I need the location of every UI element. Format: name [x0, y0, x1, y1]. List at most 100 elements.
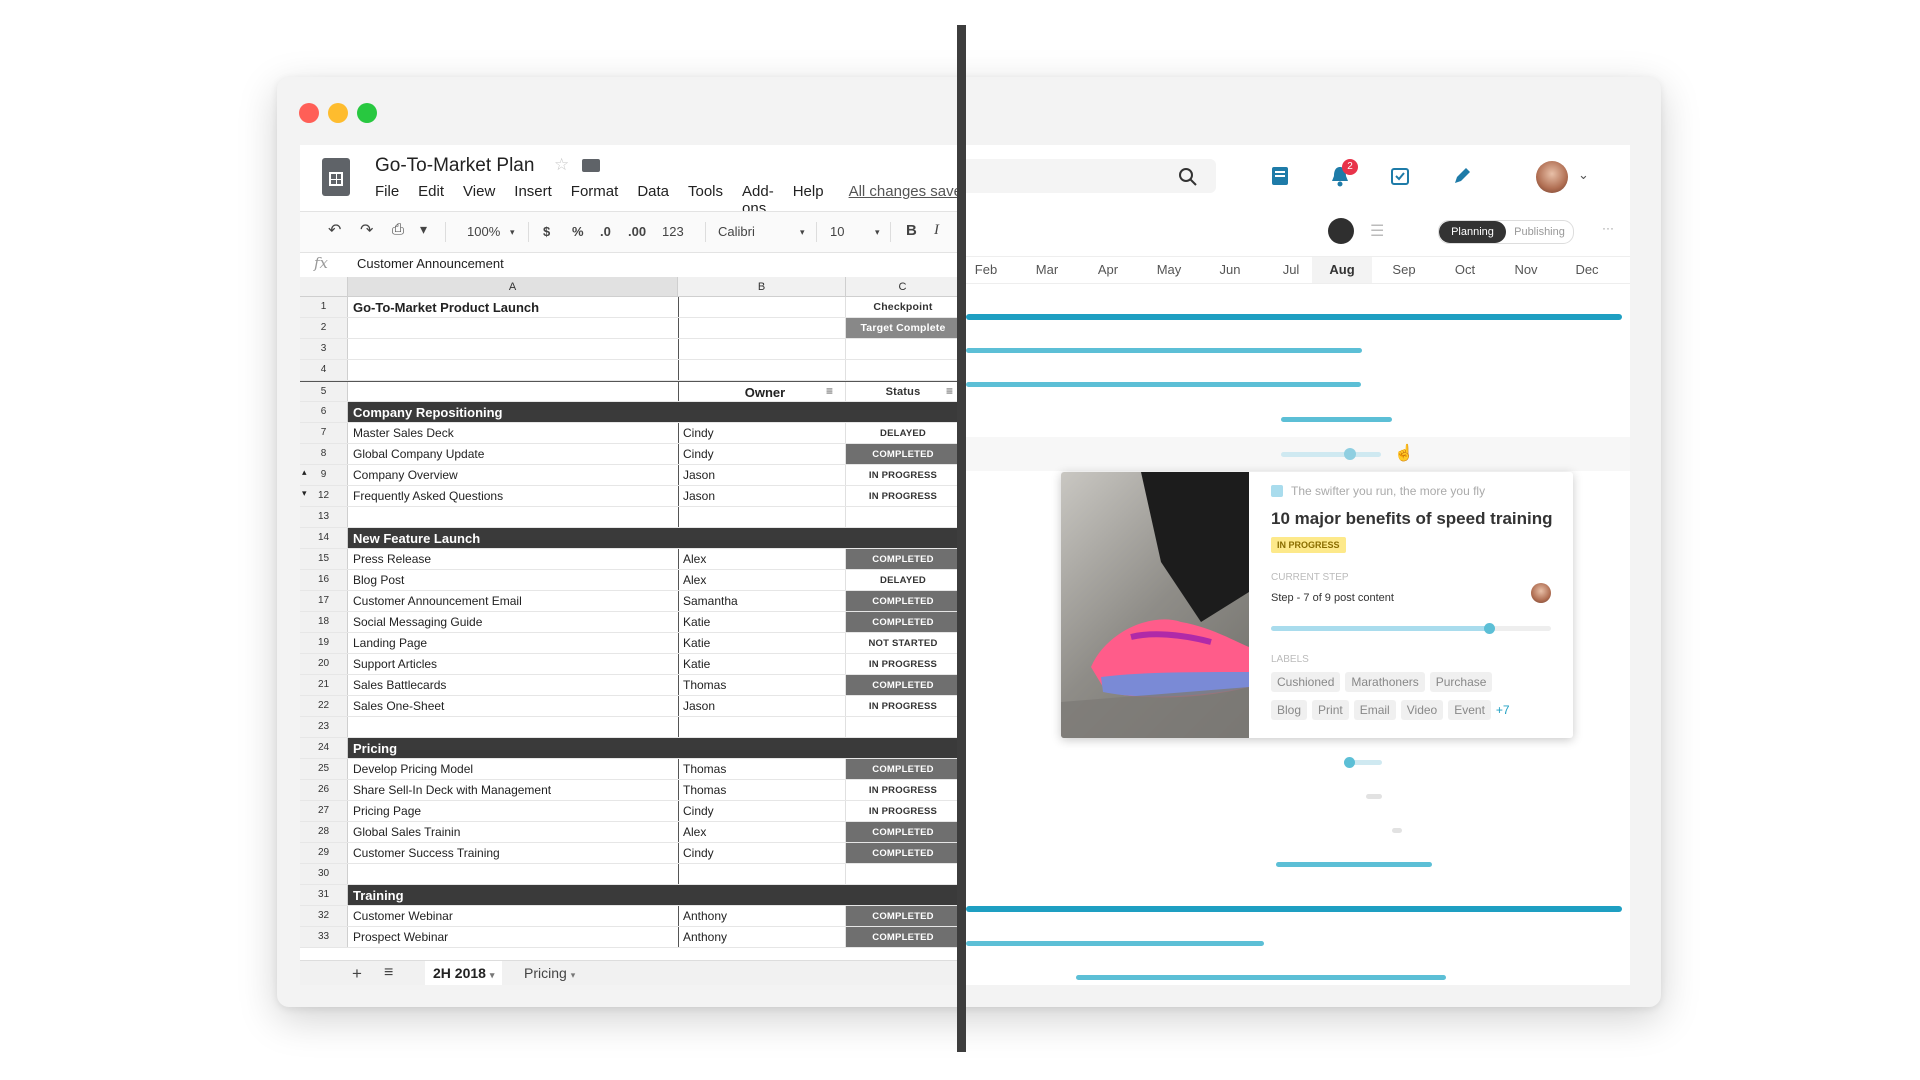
- maximize-window-button[interactable]: [357, 103, 377, 123]
- timeline-bar[interactable]: [1281, 417, 1392, 422]
- cell-b[interactable]: Alex: [683, 825, 843, 839]
- column-header-c[interactable]: C: [846, 277, 960, 297]
- cell-c-status[interactable]: IN PROGRESS: [846, 801, 960, 821]
- cell-a[interactable]: Blog Post: [353, 573, 613, 587]
- cell-c-status[interactable]: Checkpoint: [846, 297, 960, 317]
- expand-rows-icon[interactable]: ▴: [302, 467, 307, 478]
- search-input[interactable]: [966, 159, 1216, 193]
- row-number[interactable]: 15: [300, 549, 348, 569]
- cell-a[interactable]: Company Overview: [353, 468, 613, 482]
- cell-a[interactable]: Social Messaging Guide: [353, 615, 613, 629]
- row-number[interactable]: 7: [300, 423, 348, 443]
- add-sheet-button[interactable]: +: [352, 964, 362, 984]
- row-number[interactable]: 6: [300, 402, 348, 422]
- label-chip[interactable]: Video: [1400, 700, 1444, 720]
- row-number[interactable]: 26: [300, 780, 348, 800]
- cell-b[interactable]: Katie: [683, 636, 843, 650]
- label-chip[interactable]: Marathoners: [1345, 672, 1425, 692]
- cell-b[interactable]: Thomas: [683, 678, 843, 692]
- cell-c-status[interactable]: [846, 864, 960, 884]
- list-view-icon[interactable]: ☰: [1370, 221, 1384, 241]
- row-number[interactable]: 22: [300, 696, 348, 716]
- cell-b[interactable]: Anthony: [683, 909, 843, 923]
- cell-b[interactable]: Cindy: [683, 426, 843, 440]
- cell-b[interactable]: Cindy: [683, 447, 843, 461]
- row-number[interactable]: 27: [300, 801, 348, 821]
- italic-button[interactable]: I: [934, 222, 939, 239]
- cell-b[interactable]: Samantha: [683, 594, 843, 608]
- row-number[interactable]: 13: [300, 507, 348, 527]
- select-all-corner[interactable]: [300, 277, 348, 297]
- row-number[interactable]: 14: [300, 528, 348, 548]
- cell-c-status[interactable]: COMPLETED: [846, 927, 960, 947]
- label-chip[interactable]: Print: [1312, 700, 1349, 720]
- percent-button[interactable]: %: [572, 224, 584, 239]
- cell-c-status[interactable]: [846, 885, 960, 905]
- cell-c-status[interactable]: COMPLETED: [846, 759, 960, 779]
- cell-b[interactable]: Anthony: [683, 930, 843, 944]
- filter-icon[interactable]: ≡: [946, 384, 953, 398]
- timeline-view-icon[interactable]: [1328, 218, 1354, 244]
- label-chip[interactable]: Purchase: [1429, 672, 1493, 692]
- publishing-toggle[interactable]: Publishing: [1506, 221, 1573, 243]
- row-number[interactable]: 3: [300, 339, 348, 359]
- cell-c-status[interactable]: COMPLETED: [846, 612, 960, 632]
- collapse-rows-icon[interactable]: ▾: [302, 488, 307, 499]
- row-number[interactable]: 8: [300, 444, 348, 464]
- assignee-avatar[interactable]: [1531, 583, 1551, 603]
- row-number[interactable]: 24: [300, 738, 348, 758]
- cell-a[interactable]: Global Sales Trainin: [353, 825, 613, 839]
- label-chip[interactable]: Email: [1353, 700, 1396, 720]
- decrease-decimal-button[interactable]: .0: [600, 224, 611, 239]
- cell-c-status[interactable]: COMPLETED: [846, 549, 960, 569]
- cell-a[interactable]: Master Sales Deck: [353, 426, 613, 440]
- cell-a[interactable]: Sales Battlecards: [353, 678, 613, 692]
- row-number[interactable]: 23: [300, 717, 348, 737]
- cell-a[interactable]: Global Company Update: [353, 447, 613, 461]
- step-progress-knob[interactable]: [1484, 623, 1496, 634]
- cell-b[interactable]: Jason: [683, 468, 843, 482]
- timeline-bar[interactable]: [1076, 975, 1446, 980]
- row-number[interactable]: 9: [300, 465, 348, 485]
- cell-a[interactable]: Press Release: [353, 552, 613, 566]
- split-divider[interactable]: [957, 25, 966, 1052]
- drag-handle[interactable]: [1344, 448, 1356, 460]
- chevron-down-icon[interactable]: ⌄: [1578, 167, 1589, 183]
- search-icon[interactable]: [1178, 167, 1198, 187]
- formula-bar[interactable]: fx Customer Announcement: [300, 251, 960, 278]
- cell-b[interactable]: Alex: [683, 573, 843, 587]
- zoom-select[interactable]: 100%: [467, 224, 500, 239]
- minimize-window-button[interactable]: [328, 103, 348, 123]
- row-number[interactable]: 21: [300, 675, 348, 695]
- number-format-select[interactable]: 123: [662, 224, 684, 239]
- more-labels-link[interactable]: +7: [1496, 703, 1510, 717]
- bold-button[interactable]: B: [906, 222, 917, 239]
- row-number[interactable]: 17: [300, 591, 348, 611]
- row-number[interactable]: 1: [300, 297, 348, 317]
- cell-c-status[interactable]: COMPLETED: [846, 591, 960, 611]
- cell-c-status[interactable]: COMPLETED: [846, 906, 960, 926]
- cell-a[interactable]: Frequently Asked Questions: [353, 489, 613, 503]
- cell-b[interactable]: Katie: [683, 615, 843, 629]
- label-chip[interactable]: Cushioned: [1271, 672, 1341, 692]
- row-number[interactable]: 5: [300, 382, 348, 401]
- folder-icon[interactable]: [582, 159, 600, 172]
- row-number[interactable]: 2: [300, 318, 348, 338]
- undo-icon[interactable]: ↶: [328, 220, 341, 240]
- row-number[interactable]: 12: [300, 486, 348, 506]
- cell-c-status[interactable]: [846, 717, 960, 737]
- cell-b[interactable]: Jason: [683, 489, 843, 503]
- column-header-a[interactable]: A: [348, 277, 678, 297]
- card-title[interactable]: 10 major benefits of speed training: [1271, 509, 1553, 529]
- cell-b[interactable]: Thomas: [683, 762, 843, 776]
- sheets-logo-icon[interactable]: [322, 158, 350, 196]
- row-number[interactable]: 19: [300, 633, 348, 653]
- all-sheets-button[interactable]: ≡: [384, 964, 393, 982]
- row-number[interactable]: 25: [300, 759, 348, 779]
- label-chip[interactable]: Blog: [1271, 700, 1308, 720]
- sheet-tab-active[interactable]: 2H 2018 ▾: [425, 961, 503, 985]
- row-number[interactable]: 18: [300, 612, 348, 632]
- cell-a[interactable]: Pricing Page: [353, 804, 613, 818]
- timeline-bar-hover[interactable]: [1281, 452, 1381, 457]
- cell-a[interactable]: Company Repositioning: [353, 405, 613, 420]
